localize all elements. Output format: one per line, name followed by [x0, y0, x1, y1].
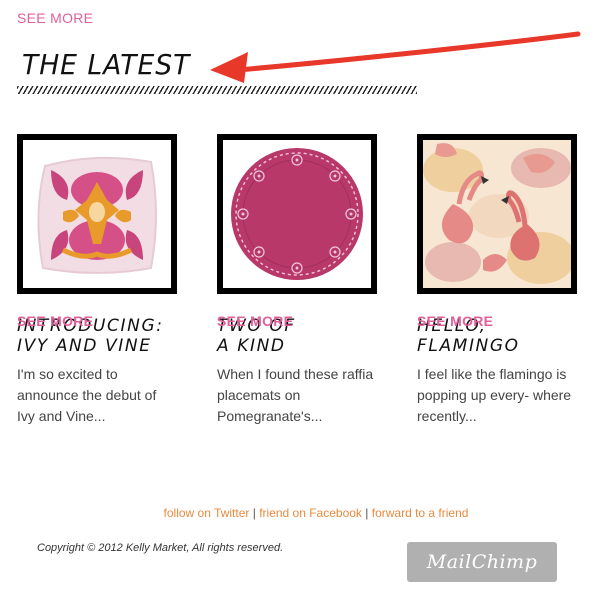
footer-separator: |	[252, 506, 256, 520]
post-title-line-2: FLAMINGO	[417, 336, 520, 356]
post-card-hello-flamingo: HELLO, FLAMINGO I feel like the flamingo…	[417, 134, 587, 427]
friend-facebook-link[interactable]: friend on Facebook	[259, 506, 362, 520]
post-excerpt: When I found these raffia placemats on P…	[217, 366, 374, 424]
post-excerpt: I'm so excited to announce the debut of …	[17, 366, 157, 424]
post-thumbnail[interactable]	[217, 134, 377, 294]
see-more-link-two-of-a-kind[interactable]: SEE MORE	[217, 313, 293, 329]
see-more-link-ivy-and-vine[interactable]: SEE MORE	[17, 313, 93, 329]
section-title: THE LATEST	[22, 48, 191, 81]
footer-links: follow on Twitter | friend on Facebook |…	[0, 506, 612, 520]
post-thumbnail[interactable]	[417, 134, 577, 294]
post-card-ivy-and-vine: INTRODUCING: IVY AND VINE I'm so excited…	[17, 134, 187, 427]
flamingo-print-image	[423, 140, 571, 288]
post-thumbnail[interactable]	[17, 134, 177, 294]
post-excerpt: I feel like the flamingo is popping up e…	[417, 366, 572, 424]
see-more-link-hello-flamingo[interactable]: SEE MORE	[417, 313, 493, 329]
post-title-line-2: IVY AND VINE	[17, 336, 152, 356]
ikat-pillow-image	[23, 140, 171, 288]
mailchimp-badge[interactable]: MailChimp	[407, 542, 557, 582]
post-card-two-of-a-kind: TWO OF A KIND When I found these raffia …	[217, 134, 387, 427]
annotation-arrow-icon	[210, 31, 581, 83]
forward-friend-link[interactable]: forward to a friend	[372, 506, 469, 520]
follow-twitter-link[interactable]: follow on Twitter	[164, 506, 250, 520]
copyright-text: Copyright © 2012 Kelly Market, All right…	[37, 542, 284, 554]
see-more-link-top[interactable]: SEE MORE	[17, 10, 93, 26]
raffia-placemat-image	[223, 140, 371, 288]
footer-separator: |	[365, 506, 369, 520]
post-title-line-2: A KIND	[217, 336, 286, 356]
